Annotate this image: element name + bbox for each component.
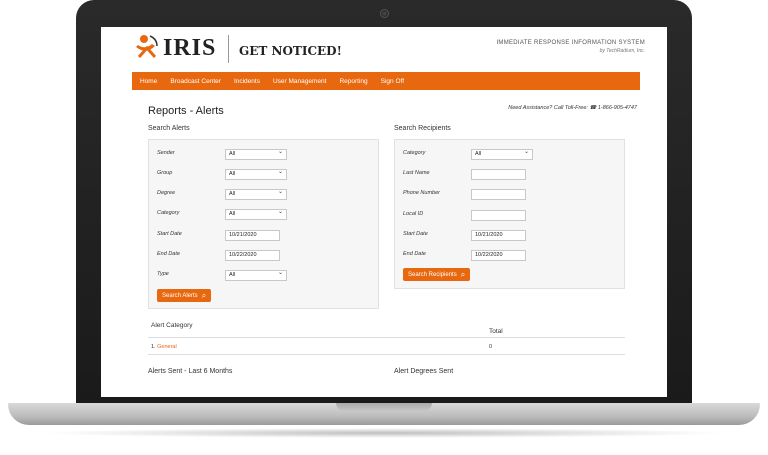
last-name-label: Last Name [403,170,430,176]
search-alerts-title: Search Alerts [148,125,190,132]
group-select[interactable]: All [225,168,287,180]
type-label: Type [157,271,169,277]
search-alerts-button-label: Search Alerts [162,292,198,299]
system-by: by TechRadium, Inc. [599,48,645,54]
laptop-shadow [40,428,728,438]
start-date-label: Start Date [157,231,182,237]
recipient-start-date-input[interactable]: 10/21/2020 [471,230,526,241]
recipient-end-date-input[interactable]: 10/22/2020 [471,250,526,261]
end-date-label: End Date [157,251,180,257]
screen: IRIS GET NOTICED! IMMEDIATE RESPONSE INF… [101,27,667,397]
row-index: 1. [151,344,156,350]
nav-broadcast-center[interactable]: Broadcast Center [170,78,221,85]
page-header: IRIS GET NOTICED! IMMEDIATE RESPONSE INF… [101,27,667,71]
category-label: Category [157,210,180,216]
table-row-divider [148,354,625,355]
assistance-phone: 1-866-905-4747 [597,105,637,111]
search-recipients-button-label: Search Recipients [408,271,457,278]
alert-degrees-title: Alert Degrees Sent [394,368,454,375]
group-label: Group [157,170,173,176]
last-name-input[interactable] [471,169,526,180]
system-name: IMMEDIATE RESPONSE INFORMATION SYSTEM [496,40,645,46]
row-total: 0 [489,344,493,350]
main-nav: Home Broadcast Center Incidents User Man… [132,72,640,90]
nav-sign-off[interactable]: Sign Off [381,78,404,85]
logo-text: IRIS [163,35,217,61]
local-id-input[interactable] [471,210,526,221]
type-select[interactable]: All [225,269,287,281]
phone-number-label: Phone Number [403,190,440,196]
local-id-label: Local ID [403,211,424,217]
search-recipients-panel: Category All Last Name Phone Number Loca… [394,139,625,289]
search-alerts-panel: Sender All Group All Degree All Category… [148,139,379,309]
search-recipients-button[interactable]: Search Recipients ⌕ [403,268,471,281]
nav-incidents[interactable]: Incidents [234,78,260,85]
laptop-notch [336,403,432,411]
recipient-end-date-label: End Date [403,251,426,257]
alerts-sent-title: Alerts Sent - Last 6 Months [148,368,233,375]
tagline: GET NOTICED! [239,44,342,58]
degree-select[interactable]: All [225,188,287,200]
category-select[interactable]: All [225,208,287,220]
camera-icon [380,9,389,18]
nav-user-management[interactable]: User Management [273,78,326,85]
col-total: Total [489,328,503,335]
search-icon: ⌕ [460,269,466,279]
table-divider [148,337,625,338]
sender-label: Sender [157,150,175,156]
phone-number-input[interactable] [471,189,526,200]
end-date-input[interactable]: 10/22/2020 [225,250,280,261]
sender-select[interactable]: All [225,148,287,160]
iris-logo-icon [136,35,158,58]
assistance-text: Need Assistance? Call Toll-Free: ☎ 1-866… [508,105,637,111]
search-alerts-button[interactable]: Search Alerts ⌕ [157,289,212,302]
recipient-start-date-label: Start Date [403,231,428,237]
phone-icon: ☎ [589,105,597,111]
search-recipients-title: Search Recipients [394,125,451,132]
nav-home[interactable]: Home [140,78,157,85]
recipient-category-select[interactable]: All [471,148,533,160]
degree-label: Degree [157,190,176,196]
col-alert-category: Alert Category [151,322,193,329]
assistance-label: Need Assistance? Call Toll-Free: [508,105,588,111]
row-category-link[interactable]: General [157,344,177,350]
logo-divider [228,35,229,63]
search-icon: ⌕ [201,290,207,300]
table-row: 1. General [151,344,177,350]
start-date-input[interactable]: 10/21/2020 [225,230,280,241]
nav-reporting[interactable]: Reporting [339,78,367,85]
recipient-category-label: Category [403,150,426,156]
page-title: Reports - Alerts [148,105,224,117]
